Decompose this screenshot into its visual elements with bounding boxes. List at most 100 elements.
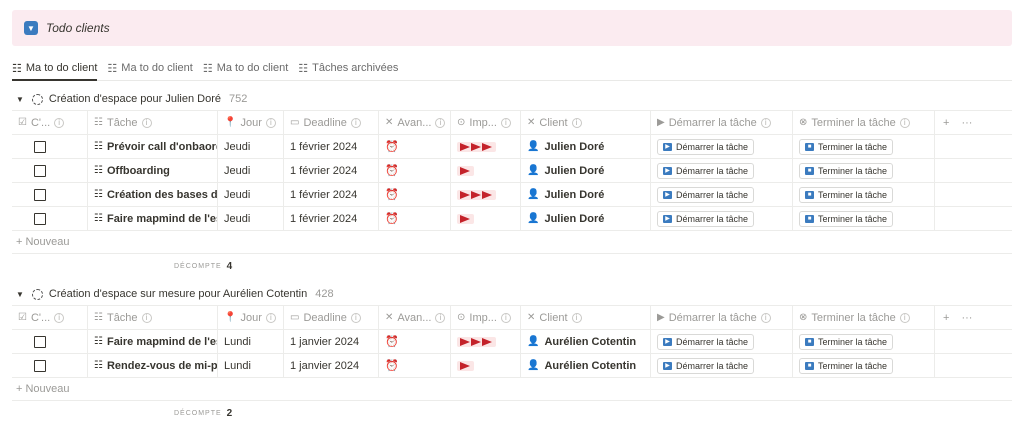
info-icon[interactable]: i xyxy=(571,117,582,128)
column-tache[interactable]: ☷ Tâche i xyxy=(88,306,218,329)
info-icon[interactable]: i xyxy=(265,117,276,128)
progress-cell[interactable]: ⏰ xyxy=(379,183,451,206)
tab-ma-to-do-client-1[interactable]: ☷ Ma to do client xyxy=(12,56,98,81)
info-icon[interactable]: i xyxy=(350,117,361,128)
column-checkbox[interactable]: ☑ C'... i xyxy=(12,306,88,329)
add-new-row-button[interactable]: + Nouveau xyxy=(12,378,1012,401)
progress-cell[interactable]: ⏰ xyxy=(379,159,451,182)
client-cell[interactable]: 👤 Julien Doré xyxy=(521,135,651,158)
deadline-cell[interactable]: 1 février 2024 xyxy=(284,207,379,230)
column-tache[interactable]: ☷ Tâche i xyxy=(88,111,218,134)
info-icon[interactable]: i xyxy=(54,117,65,128)
task-checkbox[interactable] xyxy=(34,335,46,348)
checkbox-cell[interactable] xyxy=(12,207,88,230)
info-icon[interactable]: i xyxy=(141,117,152,128)
task-cell[interactable]: ☷ Offboarding xyxy=(88,159,218,182)
progress-cell[interactable]: ⏰ xyxy=(379,354,451,377)
info-icon[interactable]: i xyxy=(899,312,910,323)
deadline-cell[interactable]: 1 janvier 2024 xyxy=(284,354,379,377)
importance-cell[interactable] xyxy=(451,207,521,230)
start-task-button[interactable]: ▶ Démarrer la tâche xyxy=(657,333,755,350)
task-checkbox[interactable] xyxy=(34,140,46,153)
importance-cell[interactable] xyxy=(451,135,521,158)
table-row[interactable]: ☷Faire mapmind de l'espa Jeudi 1 février… xyxy=(12,207,1012,231)
day-cell[interactable]: Jeudi xyxy=(218,159,284,182)
info-icon[interactable]: i xyxy=(500,312,511,323)
column-terminer[interactable]: ⊗ Terminer la tâche i xyxy=(793,306,935,329)
column-avancement[interactable]: ✕ Avan... i xyxy=(379,306,451,329)
importance-cell[interactable] xyxy=(451,354,521,377)
checkbox-cell[interactable] xyxy=(12,159,88,182)
column-deadline[interactable]: ▭ Deadline i xyxy=(284,306,379,329)
column-deadline[interactable]: ▭ Deadline i xyxy=(284,111,379,134)
task-cell[interactable]: ☷Création des bases de d xyxy=(88,183,218,206)
deadline-cell[interactable]: 1 février 2024 xyxy=(284,135,379,158)
checkbox-cell[interactable] xyxy=(12,330,88,353)
day-cell[interactable]: Jeudi xyxy=(218,207,284,230)
table-row[interactable]: ☷Faire mapmind de l'espa Lundi 1 janvier… xyxy=(12,330,1012,354)
column-jour[interactable]: 📍 Jour i xyxy=(218,111,284,134)
end-task-button[interactable]: ■ Terminer la tâche xyxy=(799,186,894,203)
deadline-cell[interactable]: 1 février 2024 xyxy=(284,183,379,206)
tab-ma-to-do-client-2[interactable]: ☷ Ma to do client xyxy=(107,56,192,80)
start-task-button[interactable]: ▶ Démarrer la tâche xyxy=(657,210,755,227)
task-checkbox[interactable] xyxy=(34,188,46,201)
info-icon[interactable]: i xyxy=(760,117,771,128)
checkbox-cell[interactable] xyxy=(12,135,88,158)
column-client[interactable]: ✕ Client i xyxy=(521,306,651,329)
add-new-row-button[interactable]: + Nouveau xyxy=(12,231,1012,254)
start-task-button[interactable]: ▶ Démarrer la tâche xyxy=(657,186,755,203)
info-icon[interactable]: i xyxy=(571,312,582,323)
group-header[interactable]: ▼ Création d'espace sur mesure pour Auré… xyxy=(12,283,1012,305)
info-icon[interactable]: i xyxy=(141,312,152,323)
info-icon[interactable]: i xyxy=(435,312,446,323)
day-cell[interactable]: Jeudi xyxy=(218,135,284,158)
table-row[interactable]: ☷Création des bases de d Jeudi 1 février… xyxy=(12,183,1012,207)
task-checkbox[interactable] xyxy=(34,164,46,177)
column-checkbox[interactable]: ☑ C'... i xyxy=(12,111,88,134)
column-importance[interactable]: ⊙ Imp... i xyxy=(451,306,521,329)
progress-cell[interactable]: ⏰ xyxy=(379,207,451,230)
importance-cell[interactable] xyxy=(451,183,521,206)
column-avancement[interactable]: ✕ Avan... i xyxy=(379,111,451,134)
tab-taches-archivees[interactable]: ☷ Tâches archivées xyxy=(298,56,398,80)
column-client[interactable]: ✕ Client i xyxy=(521,111,651,134)
client-cell[interactable]: 👤 Aurélien Cotentin xyxy=(521,354,651,377)
end-task-button[interactable]: ■ Terminer la tâche xyxy=(799,162,894,179)
toggle-triangle-icon[interactable]: ▼ xyxy=(16,290,24,299)
add-property-icon[interactable]: + xyxy=(943,117,949,129)
progress-cell[interactable]: ⏰ xyxy=(379,330,451,353)
info-icon[interactable]: i xyxy=(899,117,910,128)
client-cell[interactable]: 👤 Julien Doré xyxy=(521,207,651,230)
end-task-button[interactable]: ■ Terminer la tâche xyxy=(799,210,894,227)
task-cell[interactable]: ☷Prévoir call d'onbaording xyxy=(88,135,218,158)
column-demarrer[interactable]: ▶ Démarrer la tâche i xyxy=(651,306,793,329)
task-checkbox[interactable] xyxy=(34,359,46,372)
toggle-triangle-icon[interactable]: ▼ xyxy=(16,95,24,104)
start-task-button[interactable]: ▶ Démarrer la tâche xyxy=(657,138,755,155)
more-options-icon[interactable]: ··· xyxy=(961,117,972,129)
end-task-button[interactable]: ■ Terminer la tâche xyxy=(799,138,894,155)
info-icon[interactable]: i xyxy=(500,117,511,128)
checkbox-cell[interactable] xyxy=(12,354,88,377)
column-demarrer[interactable]: ▶ Démarrer la tâche i xyxy=(651,111,793,134)
column-importance[interactable]: ⊙ Imp... i xyxy=(451,111,521,134)
tab-ma-to-do-client-3[interactable]: ☷ Ma to do client xyxy=(203,56,288,80)
deadline-cell[interactable]: 1 février 2024 xyxy=(284,159,379,182)
start-task-button[interactable]: ▶ Démarrer la tâche xyxy=(657,162,755,179)
table-row[interactable]: ☷Prévoir call d'onbaording Jeudi 1 févri… xyxy=(12,135,1012,159)
start-task-button[interactable]: ▶ Démarrer la tâche xyxy=(657,357,755,374)
task-cell[interactable]: ☷ Rendez-vous de mi-pro xyxy=(88,354,218,377)
info-icon[interactable]: i xyxy=(435,117,446,128)
info-icon[interactable]: i xyxy=(265,312,276,323)
table-row[interactable]: ☷ Rendez-vous de mi-pro Lundi 1 janvier 2… xyxy=(12,354,1012,378)
more-options-icon[interactable]: ··· xyxy=(961,312,972,324)
progress-cell[interactable]: ⏰ xyxy=(379,135,451,158)
info-icon[interactable]: i xyxy=(54,312,65,323)
deadline-cell[interactable]: 1 janvier 2024 xyxy=(284,330,379,353)
task-checkbox[interactable] xyxy=(34,212,46,225)
client-cell[interactable]: 👤 Julien Doré xyxy=(521,183,651,206)
client-cell[interactable]: 👤 Julien Doré xyxy=(521,159,651,182)
day-cell[interactable]: Lundi xyxy=(218,354,284,377)
table-row[interactable]: ☷ Offboarding Jeudi 1 février 2024 ⏰ 👤 Jul… xyxy=(12,159,1012,183)
